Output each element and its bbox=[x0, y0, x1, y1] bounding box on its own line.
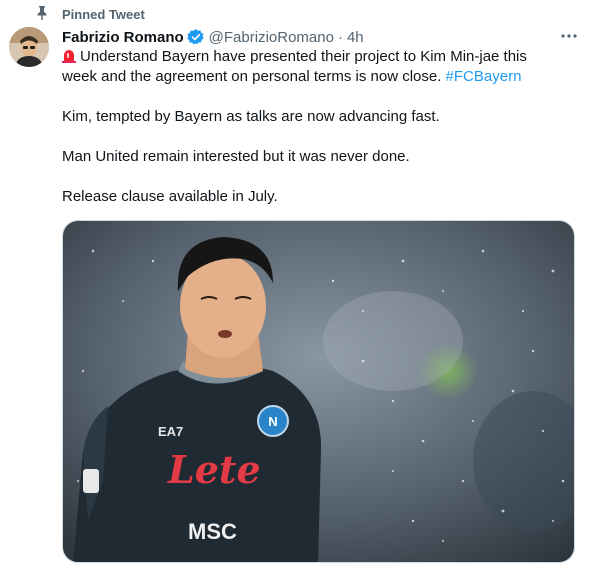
tweet-paragraph-2: Kim, tempted by Bayern as talks are now … bbox=[62, 108, 440, 125]
svg-text:N: N bbox=[268, 414, 277, 429]
avatar[interactable] bbox=[9, 27, 49, 67]
verified-badge-icon bbox=[186, 29, 204, 45]
pinned-label: Pinned Tweet bbox=[62, 6, 145, 22]
author-name[interactable]: Fabrizio Romano bbox=[62, 29, 184, 46]
tweet-paragraph-4: Release clause available in July. bbox=[62, 188, 278, 205]
tweet-body: Understand Bayern have presented their p… bbox=[62, 47, 562, 207]
hashtag-link[interactable]: #FCBayern bbox=[446, 68, 522, 85]
siren-icon bbox=[62, 50, 76, 63]
tweet-paragraph-1: Understand Bayern have presented their p… bbox=[62, 47, 562, 87]
separator-dot: · bbox=[337, 28, 343, 46]
shirt-sponsor2-text: MSC bbox=[188, 519, 237, 544]
shirt-brand-text: EA7 bbox=[158, 424, 183, 439]
author-handle[interactable]: @FabrizioRomano bbox=[209, 29, 334, 46]
tweet-paragraph-3: Man United remain interested but it was … bbox=[62, 148, 410, 165]
tweet-photo[interactable]: N EA7 Lete MSC bbox=[62, 220, 575, 563]
tweet-header: Fabrizio Romano @FabrizioRomano · 4h bbox=[62, 27, 582, 47]
tweet-timestamp[interactable]: 4h bbox=[347, 29, 364, 46]
more-options-icon[interactable] bbox=[559, 28, 579, 44]
shirt-sponsor-text: Lete bbox=[167, 447, 261, 492]
